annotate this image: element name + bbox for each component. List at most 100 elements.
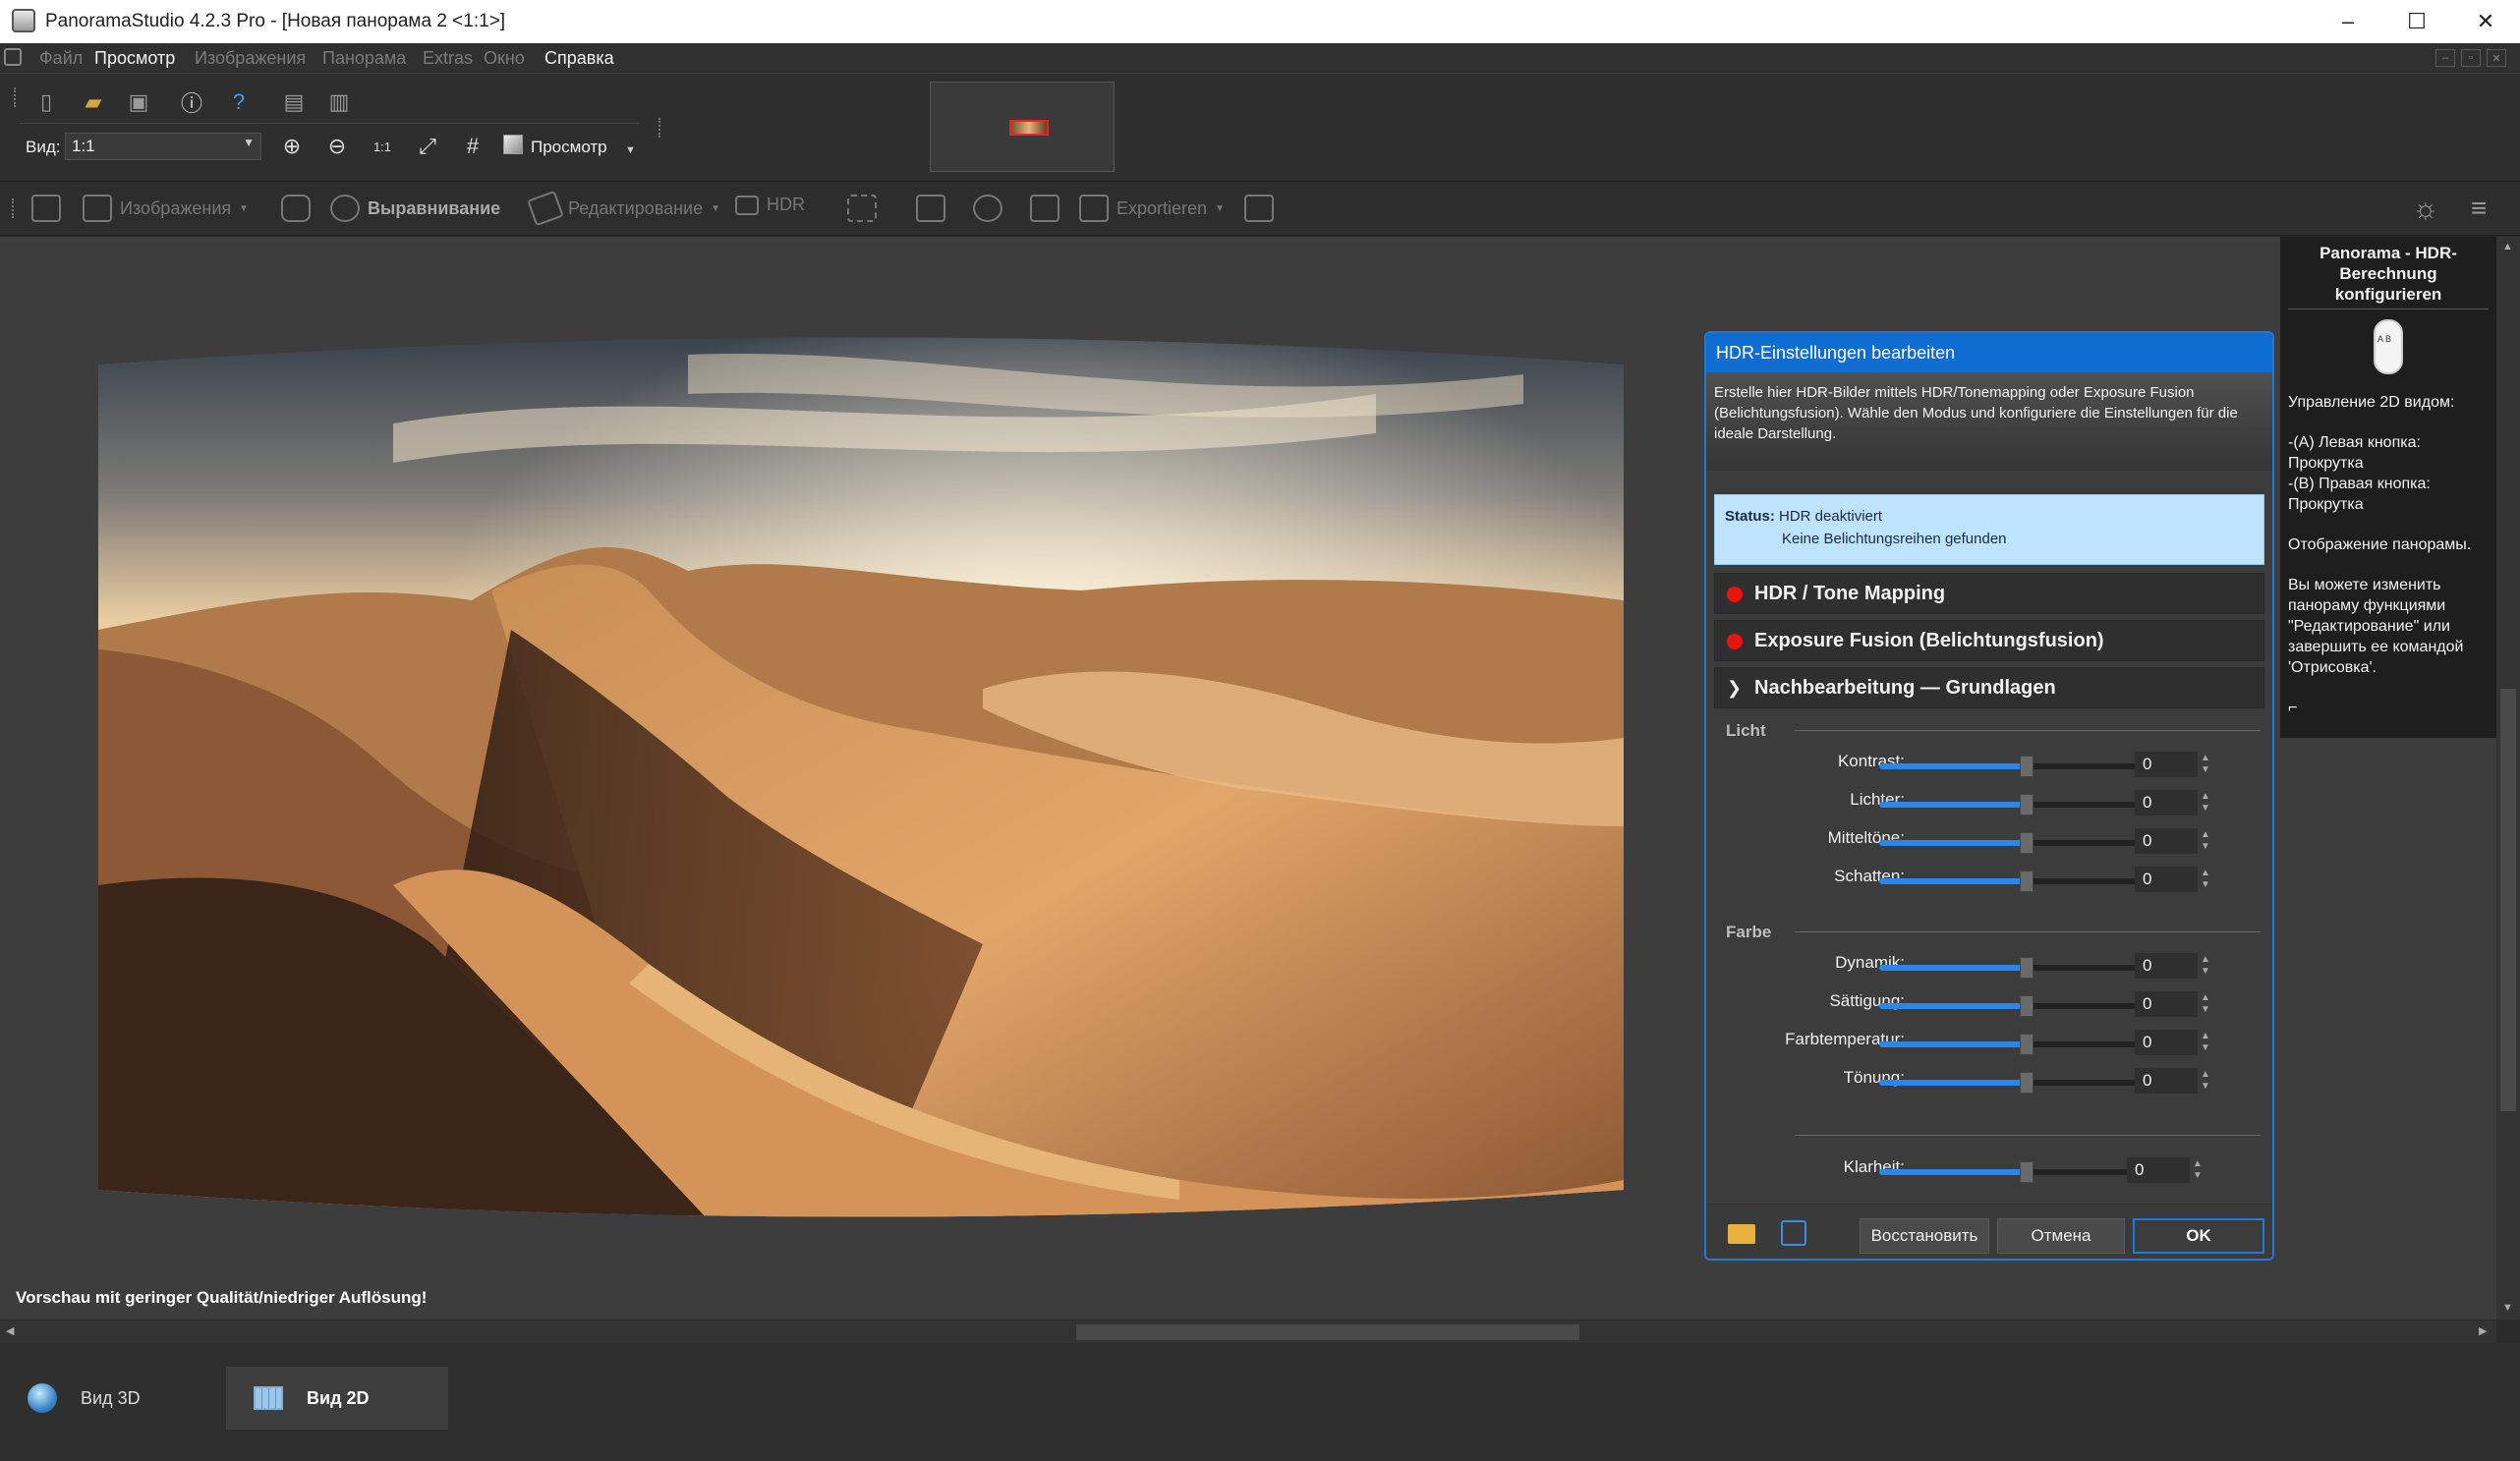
info-icon[interactable]: ⓘ xyxy=(175,85,208,119)
zoom-out-icon[interactable]: ⊖ xyxy=(320,130,354,163)
spinner-arrows-icon[interactable]: ▲ ▼ xyxy=(2198,790,2213,815)
slider-handle[interactable] xyxy=(2020,832,2033,854)
slider-track[interactable] xyxy=(1879,832,2174,854)
vertical-scrollbar[interactable]: ▲ ▼ xyxy=(2496,237,2520,1320)
adjust-button[interactable] xyxy=(916,195,945,222)
menu-extras[interactable]: Extras xyxy=(423,48,473,69)
thumbnail-viewport[interactable] xyxy=(1009,120,1049,136)
zoom-select[interactable]: 1:1 ▼ xyxy=(65,133,261,160)
spinner-arrows-icon[interactable]: ▲ ▼ xyxy=(2190,1157,2205,1183)
menu-icon[interactable]: ≡ xyxy=(2471,193,2487,224)
save-preset-icon[interactable] xyxy=(1781,1220,1806,1246)
slider-handle[interactable] xyxy=(2020,871,2033,892)
mdi-close-icon[interactable]: ✕ xyxy=(2487,49,2506,67)
zoom-1to1-icon[interactable]: 1:1 xyxy=(366,130,399,163)
scroll-right-icon[interactable]: ▶ xyxy=(2479,1324,2487,1337)
scroll-up-icon[interactable]: ▲ xyxy=(2502,241,2513,253)
navigator-thumbnail[interactable] xyxy=(930,82,1115,172)
horizontal-scrollbar[interactable]: ◀ ▶ xyxy=(0,1320,2496,1343)
slider-handle[interactable] xyxy=(2020,995,2033,1017)
slider-track[interactable] xyxy=(1879,871,2174,892)
grid-icon[interactable]: # xyxy=(456,130,489,163)
ok-button[interactable]: OK xyxy=(2133,1218,2264,1254)
help-icon[interactable]: ? xyxy=(222,85,256,119)
preview-chevron-icon[interactable]: ▼ xyxy=(625,144,636,156)
menu-window[interactable]: Окно xyxy=(484,48,525,69)
open-icon[interactable]: ▰ xyxy=(77,85,110,119)
section-hdr-tone-mapping[interactable]: HDR / Tone Mapping xyxy=(1714,573,2264,614)
slider-value-input[interactable]: 0 xyxy=(2135,1068,2198,1094)
slider-handle[interactable] xyxy=(2020,1161,2033,1183)
retouch-button[interactable] xyxy=(973,195,1002,222)
panorama-image[interactable] xyxy=(98,335,1624,1219)
new-icon[interactable]: ▯ xyxy=(29,85,63,119)
slider-value-input[interactable]: 0 xyxy=(2135,752,2198,777)
slider-value-input[interactable]: 0 xyxy=(2135,991,2198,1017)
spinner-arrows-icon[interactable]: ▲ ▼ xyxy=(2198,867,2213,892)
help-collapse-icon[interactable]: ⌐ xyxy=(2288,698,2489,718)
images-button[interactable]: Изображения ▼ xyxy=(83,195,249,222)
crop-button[interactable] xyxy=(847,195,877,222)
menu-images[interactable]: Изображения xyxy=(195,48,306,69)
slider-track[interactable] xyxy=(1879,756,2174,777)
close-button[interactable]: ✕ xyxy=(2451,0,2520,43)
export-left-icon[interactable]: ▤ xyxy=(277,85,311,119)
slider-value-input[interactable]: 0 xyxy=(2135,828,2198,854)
slider-handle[interactable] xyxy=(2020,957,2033,979)
menu-file[interactable]: Файл xyxy=(39,48,83,69)
cancel-button[interactable]: Отмена xyxy=(1997,1218,2125,1254)
add-images-button[interactable] xyxy=(31,195,61,222)
zoom-in-icon[interactable]: ⊕ xyxy=(275,130,309,163)
slider-value-input[interactable]: 0 xyxy=(2127,1157,2190,1183)
camera-button[interactable] xyxy=(281,195,311,222)
mdi-restore-icon[interactable]: ▫ xyxy=(2461,49,2481,67)
slider-track[interactable] xyxy=(1879,1072,2174,1094)
slider-value-input[interactable]: 0 xyxy=(2135,1030,2198,1055)
spinner-arrows-icon[interactable]: ▲ ▼ xyxy=(2198,1030,2213,1055)
open-preset-icon[interactable] xyxy=(1728,1224,1755,1244)
menu-view[interactable]: Просмотр xyxy=(94,48,175,69)
tab-view-2d[interactable]: Вид 2D xyxy=(226,1367,448,1430)
spinner-arrows-icon[interactable]: ▲ ▼ xyxy=(2198,953,2213,979)
menu-panorama[interactable]: Панорама xyxy=(322,48,406,69)
scroll-down-icon[interactable]: ▼ xyxy=(2502,1302,2513,1314)
toolbar-grip[interactable] xyxy=(14,87,18,107)
slider-handle[interactable] xyxy=(2020,756,2033,777)
scroll-left-icon[interactable]: ◀ xyxy=(6,1324,14,1337)
spinner-arrows-icon[interactable]: ▲ ▼ xyxy=(2198,1068,2213,1094)
spinner-arrows-icon[interactable]: ▲ ▼ xyxy=(2198,752,2213,777)
slider-track[interactable] xyxy=(1879,1034,2174,1055)
spinner-arrows-icon[interactable]: ▲ ▼ xyxy=(2198,828,2213,854)
maximize-button[interactable]: ☐ xyxy=(2382,0,2451,43)
spinner-arrows-icon[interactable]: ▲ ▼ xyxy=(2198,991,2213,1017)
edit-button[interactable]: Редактирование ▼ xyxy=(527,190,720,227)
menu-help[interactable]: Справка xyxy=(544,48,614,69)
save-icon[interactable]: ▣ xyxy=(122,85,155,119)
present-button[interactable] xyxy=(1030,195,1060,222)
tab-view-3d[interactable]: Вид 3D xyxy=(0,1367,224,1430)
minimize-button[interactable]: – xyxy=(2314,0,2382,43)
slider-value-input[interactable]: 0 xyxy=(2135,790,2198,815)
preview-dropdown[interactable]: Просмотр xyxy=(531,138,607,157)
section-exposure-fusion[interactable]: Exposure Fusion (Belichtungsfusion) xyxy=(1714,620,2264,661)
section-post-processing[interactable]: ❯ Nachbearbeitung — Grundlagen xyxy=(1714,667,2264,708)
toolbar-grip-2[interactable] xyxy=(659,118,662,138)
print-button[interactable] xyxy=(1244,195,1274,222)
align-button[interactable]: Выравнивание xyxy=(330,195,500,222)
restore-button[interactable]: Восстановить xyxy=(1860,1218,1989,1254)
slider-handle[interactable] xyxy=(2020,1034,2033,1055)
mdi-minimize-icon[interactable]: – xyxy=(2435,49,2455,67)
theme-icon[interactable]: ☼ xyxy=(2412,193,2439,226)
vertical-scroll-thumb[interactable] xyxy=(2500,689,2516,1111)
fit-icon[interactable]: ⤢ xyxy=(411,130,444,163)
export-button[interactable]: Exportieren ▼ xyxy=(1079,195,1225,222)
slider-handle[interactable] xyxy=(2020,794,2033,815)
slider-track[interactable] xyxy=(1879,957,2174,979)
slider-track[interactable] xyxy=(1879,995,2174,1017)
hdr-button[interactable]: HDR xyxy=(735,195,805,215)
slider-value-input[interactable]: 0 xyxy=(2135,953,2198,979)
export-right-icon[interactable]: ▥ xyxy=(322,85,356,119)
workflow-grip[interactable] xyxy=(12,198,16,218)
slider-handle[interactable] xyxy=(2020,1072,2033,1094)
slider-value-input[interactable]: 0 xyxy=(2135,867,2198,892)
